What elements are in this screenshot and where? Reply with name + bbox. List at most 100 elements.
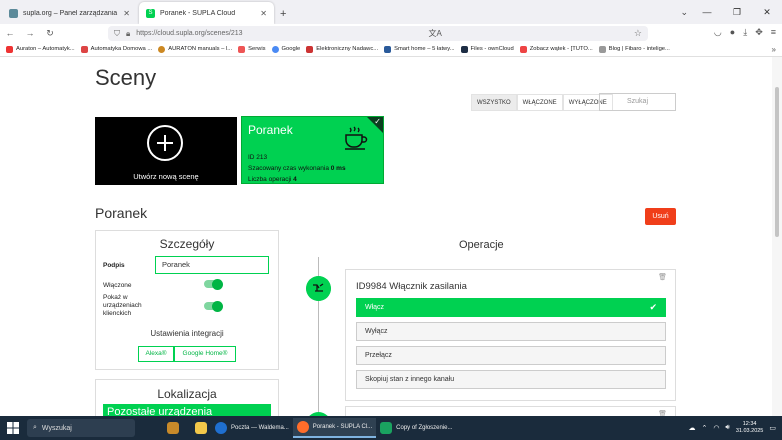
filter-all[interactable]: WSZYSTKO [471,94,517,111]
bookmark-star-icon[interactable]: ☆ [634,28,642,39]
scene-section-title: Poranek [95,205,148,221]
taskbar-app-mail[interactable]: Poczta — Waldema... [211,418,293,438]
coffee-cup-icon [345,126,368,150]
action-option-turn-on[interactable]: Włącz ✔ [356,298,666,317]
action-option-turn-off[interactable]: Wyłącz [356,322,666,341]
tab-title: supla.org – Panel zarządzania konte [23,9,118,17]
location-title: Lokalizacja [157,387,217,401]
taskbar-search[interactable]: ⌕ Wyszukaj [27,419,135,437]
browser-nav-bar: ← → ↻ ⛉ 🔒︎ https://cloud.supla.org/scene… [0,24,782,42]
notifications-icon[interactable]: ▭ [769,424,776,432]
tab-title: Poranek - SUPLA Cloud [160,9,236,17]
bookmark-item[interactable]: Smart home – 5 łatwy... [384,45,455,53]
operation-card: 🗑︎ ID9984 Włącznik zasilania Włącz ✔ Wył… [345,269,676,401]
action-option-toggle[interactable]: Przełącz [356,346,666,365]
bookmark-item[interactable]: Auraton – Automatyk... [6,45,75,53]
scene-duration: Szacowany czas wykonania 0 ms [248,165,346,172]
more-bookmarks-icon[interactable]: » [772,45,782,54]
bookmark-favicon-icon [519,45,527,53]
address-bar[interactable]: ⛉ 🔒︎ https://cloud.supla.org/scenes/213 … [108,26,648,41]
google-home-button[interactable]: Google Home® [174,346,236,362]
bookmark-item[interactable]: Google [271,45,300,53]
taskbar-app-sheets[interactable]: Copy of Zgłoszenie... [376,418,456,438]
bookmark-item[interactable]: Files - ownCloud [460,45,514,53]
bookmark-item[interactable]: Zobacz wątek - [TUTO... [519,45,593,53]
location-selector[interactable]: Pozostałe urządzenia [103,404,271,416]
list-tabs-icon[interactable]: ⌄ [680,7,688,18]
scene-ops-count: Liczba operacji 4 [248,176,297,183]
firefox-icon [296,421,309,433]
alexa-button[interactable]: Alexa® [138,346,174,362]
shield-icon[interactable]: ⛉ [114,29,120,39]
reload-icon[interactable]: ↻ [40,28,60,39]
bookmark-item[interactable]: Elektroniczny Nadawc... [306,45,378,53]
page-content: Sceny WSZYSTKO WŁĄCZONE WYŁĄCZONE Szukaj… [0,57,782,416]
browser-tab-supla-panel[interactable]: supla.org – Panel zarządzania konte ✕ [2,2,137,24]
account-icon[interactable]: ● [730,27,735,38]
google-icon [271,45,279,53]
details-title: Szczegóły [159,237,215,251]
caption-field[interactable]: Poranek [155,256,269,274]
page-scrollbar[interactable] [772,57,782,416]
folder-icon [195,422,207,434]
create-scene-tile[interactable]: Utwórz nową scenę [95,117,237,185]
new-tab-button[interactable]: + [274,8,292,24]
bookmark-item[interactable]: AURATON manuals – l... [158,45,232,53]
scene-info: ID 213 Szacowany czas wykonania 0 ms Lic… [248,152,346,185]
network-icon[interactable]: ◠ [713,424,719,432]
delete-button[interactable]: Usuń [645,208,676,225]
browser-tab-poranek[interactable]: S Poranek - SUPLA Cloud ✕ [139,2,274,24]
restore-icon[interactable]: ❐ [722,7,752,18]
window-controls: — ❐ ✕ [692,0,782,24]
pocket-icon[interactable]: ◡ [714,27,722,38]
supla-cloud-favicon-icon: S [146,8,155,18]
scrollbar-thumb[interactable] [775,87,779,237]
operation-channel-name: ID9984 Włącznik zasilania [356,281,467,292]
bookmark-favicon-icon [158,45,166,53]
bookmarks-bar: Auraton – Automatyk... Automatyka Domowa… [0,42,782,57]
scene-filters: WSZYSTKO WŁĄCZONE WYŁĄCZONE [471,94,613,111]
bookmark-item[interactable]: Serwis [238,45,266,53]
taskbar-app-briefcase[interactable] [163,418,183,438]
show-hidden-icons[interactable]: ⌃ [701,424,707,432]
taskbar-app-firefox[interactable]: Poranek - SUPLA Cl... [292,418,377,438]
enabled-toggle[interactable] [204,278,223,290]
bookmark-favicon-icon [598,45,606,53]
lock-icon[interactable]: 🔒︎ [126,29,130,39]
scene-tile-poranek[interactable]: Poranek ID 213 Szacowany czas wykonania … [241,116,384,184]
bookmark-item[interactable]: Automatyka Domowa ... [80,45,152,53]
close-icon[interactable]: ✕ [123,9,130,18]
check-icon: ✔ [649,302,657,312]
clock[interactable]: 12:34 31.03.2025 [736,421,764,435]
auraton-icon [6,45,13,53]
briefcase-icon [167,422,179,434]
volume-icon[interactable]: 🔊︎ [725,424,729,432]
close-icon[interactable]: ✕ [260,9,267,18]
search-icon: ⌕ [33,424,37,431]
page-title: Sceny [95,65,157,90]
search-input[interactable]: Szukaj [599,93,676,111]
system-tray: ☁ ⌃ ◠ 🔊︎ 12:34 31.03.2025 ▭ [688,421,782,435]
location-panel: Lokalizacja Pozostałe urządzenia [95,379,279,416]
downloads-icon[interactable]: ⤓ [743,27,747,38]
edge-icon [215,422,227,434]
bookmark-favicon-icon [238,45,246,53]
back-icon[interactable]: ← [0,28,20,38]
action-option-copy-state[interactable]: Skopiuj stan z innego kanału [356,370,666,389]
menu-icon[interactable]: ≡ [771,27,776,38]
bookmark-item[interactable]: Blog | Fibaro - intelige... [598,45,670,53]
weather-icon[interactable]: ☁ [688,424,695,432]
taskbar-app-explorer[interactable] [191,418,211,438]
taskbar: ⌕ Wyszukaj Poczta — Waldema... Poranek -… [0,416,782,440]
supla-favicon-icon [9,8,18,18]
close-window-icon[interactable]: ✕ [752,7,782,18]
plus-icon [147,125,183,161]
translate-icon[interactable]: 文A [429,28,442,39]
forward-icon[interactable]: → [20,28,40,38]
minimize-icon[interactable]: — [692,7,722,17]
windows-start-button[interactable] [3,418,23,438]
extensions-icon[interactable]: ✥ [755,27,763,38]
filter-enabled[interactable]: WŁĄCZONE [516,94,563,111]
trash-icon[interactable]: 🗑︎ [658,273,667,281]
show-clients-toggle[interactable] [204,300,223,312]
